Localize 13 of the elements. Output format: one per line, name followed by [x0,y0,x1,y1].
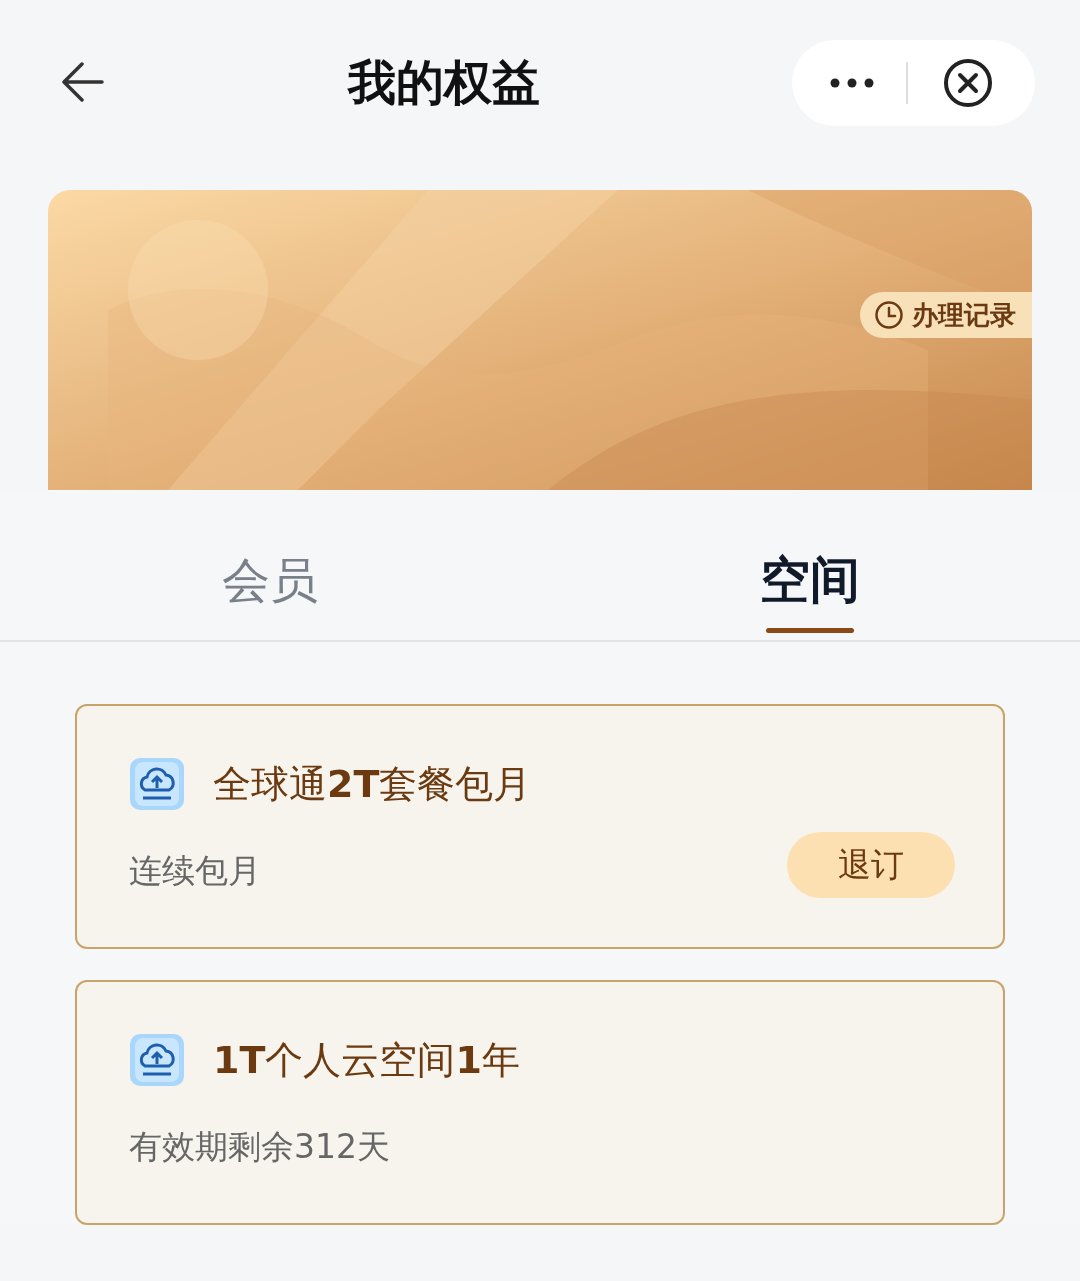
more-icon[interactable] [830,78,874,88]
records-button[interactable]: 办理记录 [860,292,1032,338]
unsubscribe-button[interactable]: 退订 [787,832,955,898]
plan-status: 连续包月 [129,850,261,892]
back-icon[interactable] [62,62,104,102]
tab[interactable]: 会员 [222,540,318,633]
plan-title: 全球通2T套餐包月 [213,760,532,808]
plan-title: 1T个人云空间1年 [213,1036,520,1084]
tab[interactable]: 空间 [760,540,860,633]
clock-icon [874,300,904,330]
page-title: 我的权益 [348,53,540,112]
plan-status: 有效期剩余312天 [129,1126,390,1168]
close-icon[interactable] [943,58,993,108]
